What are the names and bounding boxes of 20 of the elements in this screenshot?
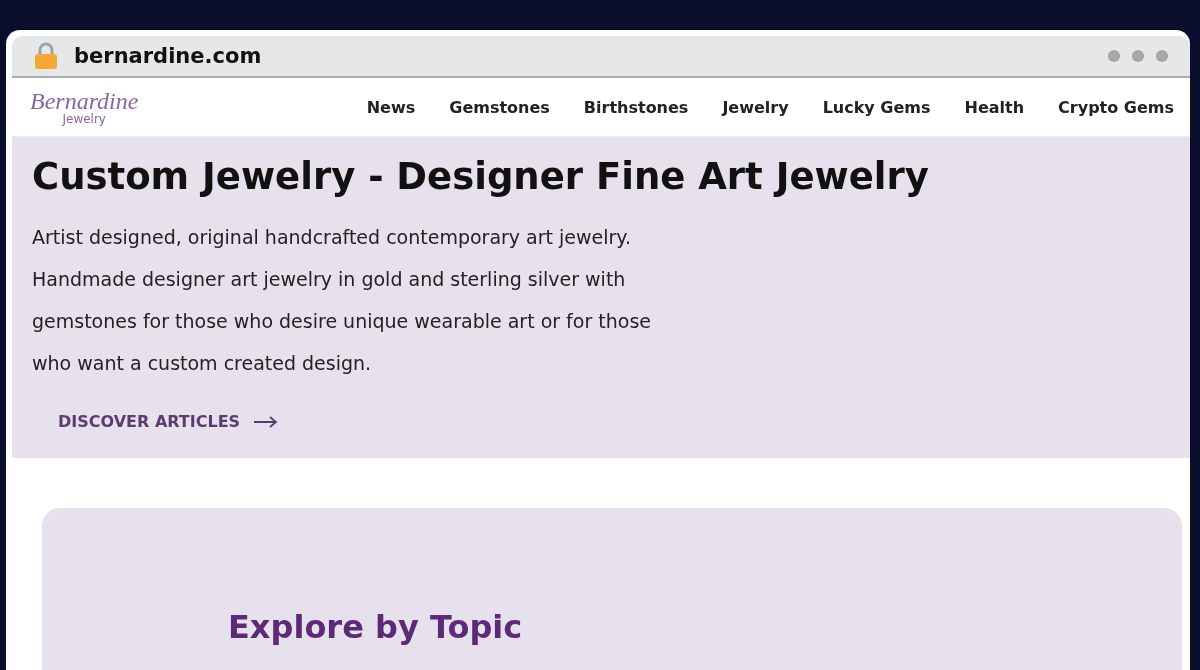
arrow-icon [254, 415, 279, 428]
window-control-icon[interactable] [1132, 50, 1144, 62]
hero-text: Artist designed, original handcrafted contemporary art jewelry. Handmade designer art jewelry in gold and sterling silver with gemstones for those who desire unique wearable art or for those who want a custom created design. [32, 225, 652, 376]
window-control-icon[interactable] [1156, 50, 1168, 62]
lock-icon [34, 42, 58, 70]
logo-subtitle: Jewelry [62, 113, 106, 125]
discover-link[interactable]: DISCOVER ARTICLES [58, 412, 279, 431]
nav-link[interactable]: Crypto Gems [1058, 97, 1174, 117]
nav-link[interactable]: News [366, 97, 416, 117]
nav-link[interactable]: Gemstones [449, 97, 550, 117]
address-url[interactable]: bernardine.com [74, 44, 262, 68]
nav-link[interactable]: Birthstones [583, 97, 689, 117]
nav-link[interactable]: Lucky Gems [822, 97, 931, 117]
hero-title: Custom Jewelry - Designer Fine Art Jewelry [32, 155, 930, 198]
nav-link[interactable]: Jewelry [722, 97, 789, 117]
logo-name: Bernardine [30, 89, 139, 113]
window-control-icon[interactable] [1108, 50, 1120, 62]
site-logo[interactable]: Bernardine Jewelry [30, 89, 139, 125]
section-title: Explore by Topic [228, 608, 524, 646]
nav-link[interactable]: Health [964, 97, 1025, 117]
